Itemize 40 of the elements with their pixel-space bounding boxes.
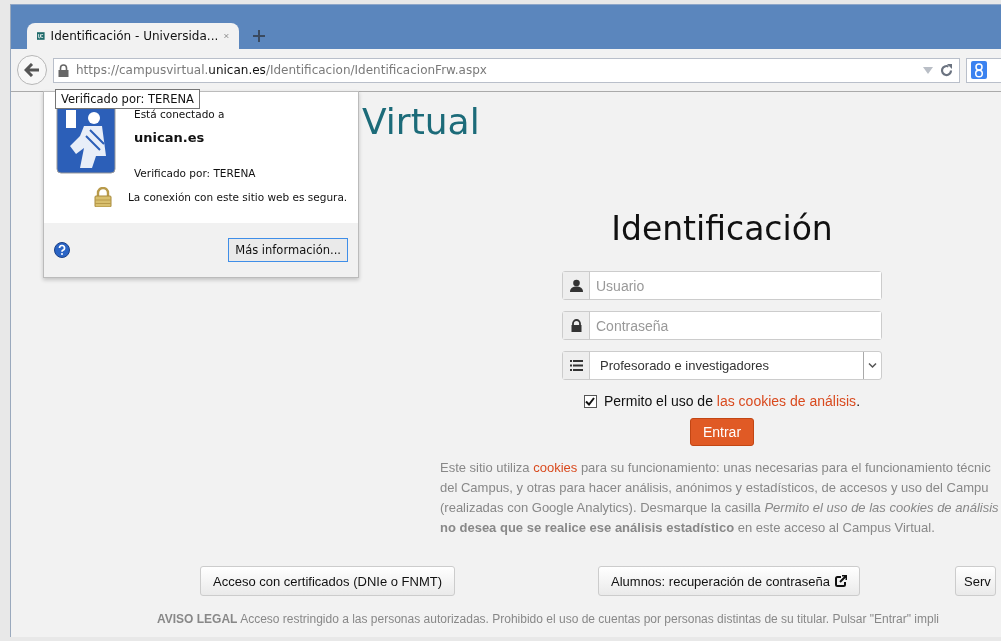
back-button[interactable] (17, 55, 47, 85)
legal-notice: AVISO LEGAL Acceso restringido a las personas autorizadas. Prohibido el uso de cuentas por personas distintas de su titular. Pulsar "Entrar" impli (157, 612, 940, 626)
user-icon (569, 279, 583, 292)
security-status: La conexión con este sitio web es segura. (128, 191, 348, 203)
padlock-icon (58, 63, 69, 77)
help-icon (54, 242, 70, 258)
cookies-link[interactable]: cookies (533, 460, 578, 475)
search-engine-box[interactable] (966, 57, 1001, 83)
external-link-icon (835, 575, 847, 587)
page-button[interactable]: Acceso con certificados (DNIe o FNMT) (200, 566, 455, 596)
help-button[interactable] (54, 242, 70, 258)
padlock-icon (94, 187, 112, 207)
back-arrow-icon (24, 63, 40, 77)
more-info-button[interactable]: Más información... (228, 238, 348, 262)
reload-icon (940, 63, 953, 77)
page-button[interactable]: Serv (955, 566, 996, 596)
username-field[interactable]: Usuario (562, 271, 882, 300)
cookie-notice: Este sitio utiliza cookies para su funcionamiento: unas necesarias para el funcionamiento técnic del Campus, y otras para hacer análisis, anónimos y estadísticos, de accesos y uso del Campu (realizadas con Google Analytics). Desmarque la casilla Permito el uso de las cookies de análisis no desea que se realice ese análisis estadístico en este acceso al Campus Virtual. (440, 459, 1000, 537)
checkmark-icon (585, 396, 596, 406)
consent-checkbox[interactable] (584, 394, 597, 408)
new-tab-icon (253, 30, 265, 42)
tooltip: Verificado por: TERENA (55, 89, 200, 109)
login-heading: Identificación (611, 208, 833, 250)
browser-tab[interactable]: Identificación - Universida... (27, 23, 239, 49)
site-title: Virtual (362, 100, 481, 144)
host-name: unican.es (134, 130, 206, 145)
login-button[interactable]: Entrar (689, 418, 755, 446)
url-text: https://campusvirtual.unican.es/Identificacion/IdentificacionFrw.aspx (76, 63, 487, 77)
connected-label: Está conectado a (134, 108, 226, 120)
padlock-icon (569, 319, 583, 332)
tab-title: Identificación - Universida... (50, 29, 219, 43)
address-bar[interactable]: https://campusvirtual.unican.es/Identificacion/IdentificacionFrw.aspx (53, 57, 960, 83)
dropdown-triangle-icon (923, 66, 933, 74)
list-icon (569, 359, 583, 372)
consent-label: Permito el uso de las cookies de análisis. (604, 393, 860, 409)
close-icon (224, 31, 229, 41)
password-field[interactable]: Contraseña (562, 311, 882, 340)
verifier-text: Verificado por: TERENA (134, 167, 256, 179)
page-button[interactable]: Alumnos: recuperación de contraseña (598, 566, 860, 596)
search-engine-icon (971, 61, 987, 79)
